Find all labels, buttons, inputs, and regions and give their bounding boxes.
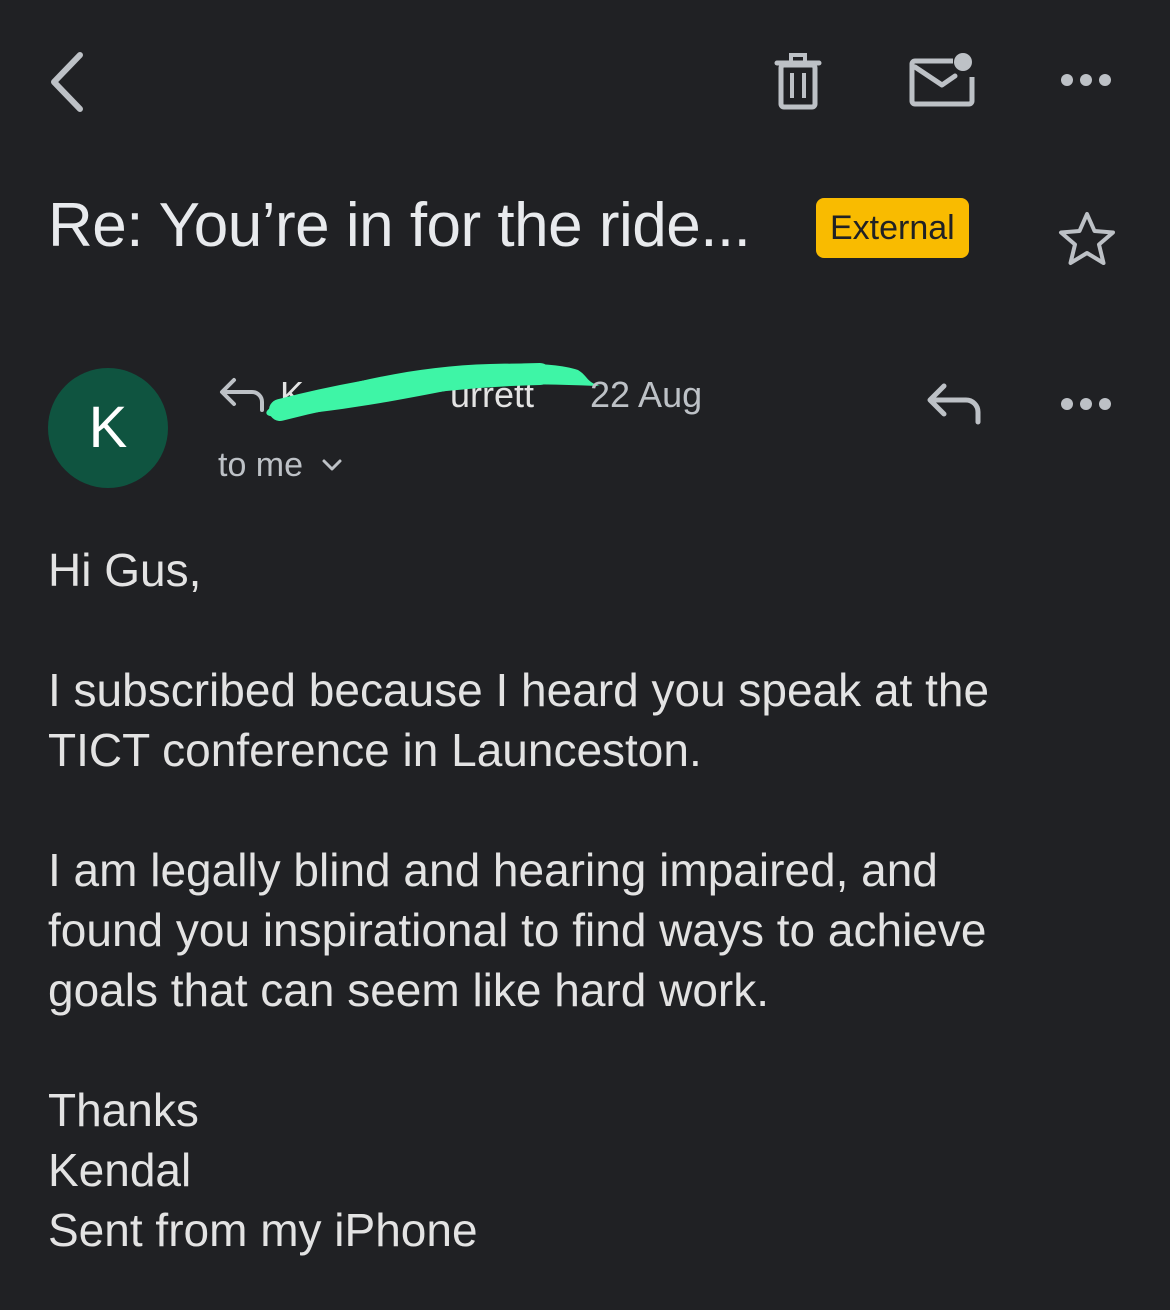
message-body: Hi Gus, I subscribed because I heard you… [48,540,1128,1260]
more-horizontal-icon [1061,74,1111,86]
body-line: Thanks [48,1084,199,1136]
mark-unread-button[interactable] [904,46,980,112]
recipient-label: to me [218,446,304,484]
body-line: Kendal [48,1144,192,1196]
chevron-left-icon [51,52,83,112]
body-line: Sent from my iPhone [48,1204,478,1256]
body-line: found you inspirational to find ways to … [48,904,987,956]
body-line: TICT conference in Launceston. [48,724,702,776]
recipient-details-toggle[interactable]: to me [218,440,343,490]
sender-line: K urrett 22 Aug [218,363,738,426]
sender-avatar[interactable]: K [48,368,168,488]
subject-row: Re: You’re in for the ride... External [48,186,1138,276]
star-button[interactable] [1052,204,1122,274]
mail-unread-icon [909,53,975,107]
message-more-button[interactable] [1052,384,1120,424]
email-subject: Re: You’re in for the ride... [48,191,751,260]
paragraph-2: I am legally blind and hearing impaired,… [48,840,1128,1020]
greeting: Hi Gus, [48,540,1128,600]
external-badge: External [816,198,969,258]
star-outline-icon [1059,212,1115,265]
email-view: Re: You’re in for the ride... External K… [0,0,1170,1310]
sender-name-start[interactable]: K [280,370,304,420]
reply-icon [927,383,981,425]
delete-button[interactable] [764,46,832,118]
body-line: I am legally blind and hearing impaired,… [48,844,938,896]
body-line: goals that can seem like hard work. [48,964,770,1016]
more-options-button[interactable] [1052,60,1120,100]
reply-button[interactable] [920,374,990,434]
more-horizontal-icon [1061,398,1111,410]
trash-icon [774,53,822,110]
signature: Thanks Kendal Sent from my iPhone [48,1080,1128,1260]
back-button[interactable] [36,44,96,120]
body-line: I subscribed because I heard you speak a… [48,664,990,716]
message-date: 22 Aug [590,374,703,415]
sender-name-end[interactable]: urrett [450,370,534,420]
paragraph-1: I subscribed because I heard you speak a… [48,660,1128,780]
body-line: Hi Gus, [48,544,202,596]
chevron-down-icon [322,459,342,471]
replied-arrow-icon [220,378,264,412]
